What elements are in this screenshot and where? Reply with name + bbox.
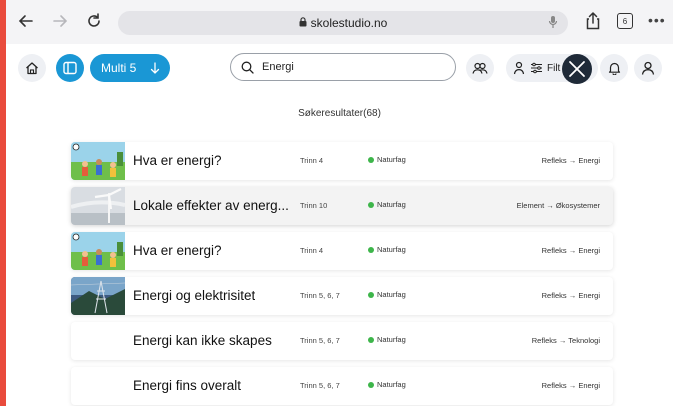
result-thumbnail — [71, 187, 125, 225]
result-grade: Trinn 10 — [300, 201, 328, 210]
notifications-button[interactable] — [600, 54, 628, 82]
subject-dot-icon — [368, 246, 374, 253]
result-row[interactable]: Hva er energi? Trinn 4 Naturfag Refleks … — [71, 232, 613, 270]
result-title: Energi fins overalt — [133, 378, 242, 393]
microphone-icon[interactable] — [548, 15, 558, 32]
result-row[interactable]: Energi og elektrisitet Trinn 5, 6, 7 Nat… — [71, 277, 613, 315]
result-title: Hva er energi? — [133, 243, 222, 258]
result-title: Hva er energi? — [133, 153, 222, 168]
result-path: Refleks → Energi — [541, 246, 600, 255]
result-grade: Trinn 4 — [300, 246, 324, 255]
subject-label: Naturfag — [377, 200, 406, 209]
app-header: Multi 5 Filt — [6, 44, 673, 92]
subject-label: Naturfag — [377, 335, 406, 344]
search-icon — [241, 61, 254, 74]
subject-dot-icon — [368, 156, 374, 163]
teacher-icon — [513, 61, 525, 75]
multi-label: Multi 5 — [101, 61, 137, 75]
subject-dot-icon — [368, 381, 374, 388]
result-subject: Naturfag — [368, 245, 406, 254]
result-path: Refleks → Energi — [541, 381, 600, 390]
forward-icon[interactable] — [49, 10, 71, 32]
share-icon[interactable] — [582, 10, 604, 32]
result-subject: Naturfag — [368, 200, 406, 209]
result-grade: Trinn 5, 6, 7 — [300, 381, 340, 390]
sidebar-icon — [63, 61, 77, 75]
result-subject: Naturfag — [368, 380, 406, 389]
result-title: Lokale effekter av energ... — [133, 198, 289, 213]
browser-frame: skolestudio.no 6 ••• Multi 5 Energi Filt… — [6, 0, 673, 406]
result-subject: Naturfag — [368, 335, 406, 344]
result-title: Energi kan ikke skapes — [133, 333, 272, 348]
close-button[interactable] — [562, 54, 592, 84]
address-bar[interactable]: skolestudio.no — [118, 11, 568, 35]
result-subject: Naturfag — [368, 155, 406, 164]
more-menu-icon[interactable]: ••• — [648, 12, 666, 28]
subject-label: Naturfag — [377, 290, 406, 299]
url-text: skolestudio.no — [310, 16, 388, 30]
subject-dot-icon — [368, 201, 374, 208]
result-subject: Naturfag — [368, 290, 406, 299]
subject-label: Naturfag — [377, 245, 406, 254]
close-icon — [569, 61, 585, 77]
result-thumbnail — [71, 142, 125, 180]
result-grade: Trinn 4 — [300, 156, 324, 165]
sidebar-toggle-button[interactable] — [56, 54, 84, 82]
result-title: Energi og elektrisitet — [133, 288, 256, 303]
back-icon[interactable] — [15, 10, 37, 32]
browser-toolbar: skolestudio.no 6 ••• — [6, 0, 673, 44]
arrow-down-icon — [151, 62, 160, 74]
lock-icon — [299, 16, 307, 30]
filter-label: Filt — [547, 62, 561, 74]
profile-button[interactable] — [634, 54, 662, 82]
result-grade: Trinn 5, 6, 7 — [300, 291, 340, 300]
bell-icon — [608, 62, 620, 75]
users-icon — [472, 62, 488, 74]
tabs-button[interactable]: 6 — [617, 13, 633, 29]
result-path: Element → Økosystemer — [516, 201, 600, 210]
result-path: Refleks → Teknologi — [531, 336, 600, 345]
subject-label: Naturfag — [377, 380, 406, 389]
result-thumbnail — [71, 277, 125, 315]
search-input[interactable] — [262, 61, 432, 73]
result-grade: Trinn 5, 6, 7 — [300, 336, 340, 345]
subject-dot-icon — [368, 291, 374, 298]
reload-icon[interactable] — [83, 10, 105, 32]
filter-icon — [531, 62, 542, 74]
multi-select-button[interactable]: Multi 5 — [90, 54, 170, 82]
result-row[interactable]: Energi kan ikke skapes Trinn 5, 6, 7 Nat… — [71, 322, 613, 360]
subject-dot-icon — [368, 336, 374, 343]
results-heading: Søkeresultater(68) — [298, 108, 381, 119]
result-path: Refleks → Energi — [541, 291, 600, 300]
result-thumbnail — [71, 232, 125, 270]
result-row[interactable]: Hva er energi? Trinn 4 Naturfag Refleks … — [71, 142, 613, 180]
home-icon — [26, 62, 38, 75]
result-row[interactable]: Lokale effekter av energ... Trinn 10 Nat… — [71, 187, 613, 225]
home-button[interactable] — [18, 54, 46, 82]
groups-button[interactable] — [466, 54, 494, 82]
subject-label: Naturfag — [377, 155, 406, 164]
result-path: Refleks → Energi — [541, 156, 600, 165]
result-row[interactable]: Energi fins overalt Trinn 5, 6, 7 Naturf… — [71, 367, 613, 405]
search-box[interactable] — [230, 53, 456, 81]
user-icon — [641, 61, 655, 75]
